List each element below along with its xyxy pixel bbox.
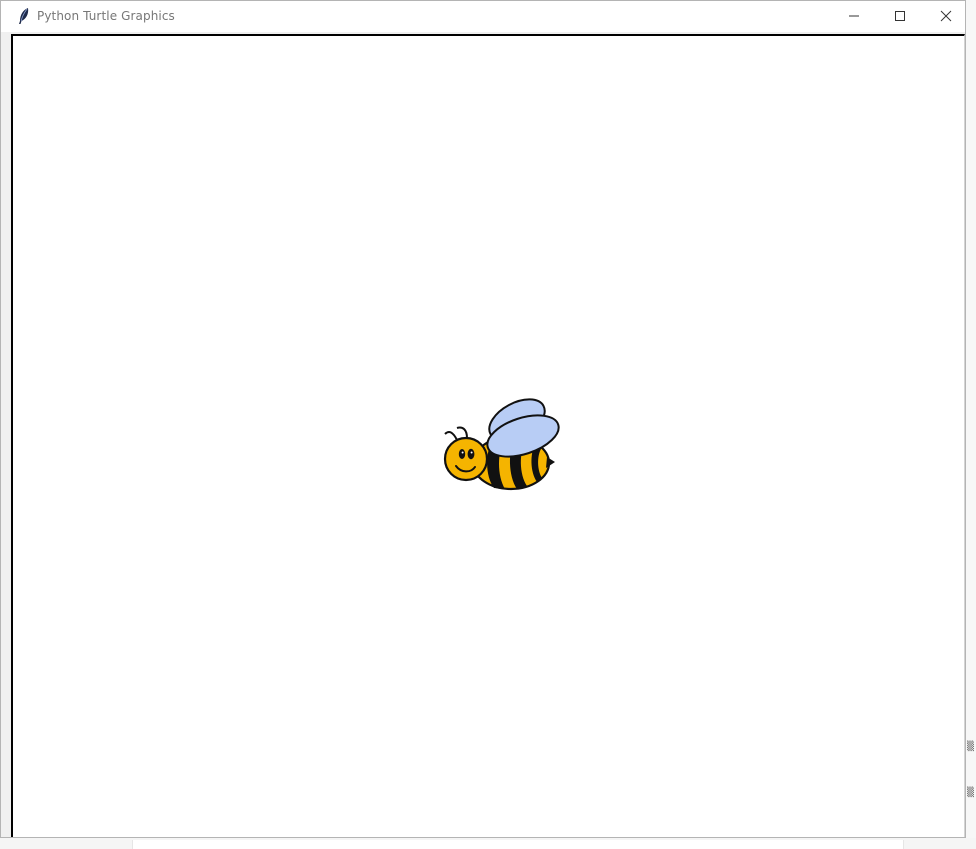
background-glyph: ▒ — [967, 788, 974, 798]
close-button[interactable] — [923, 1, 969, 31]
minimize-button[interactable] — [831, 1, 877, 31]
window-title: Python Turtle Graphics — [37, 9, 175, 23]
background-window-edge — [966, 0, 976, 849]
close-icon — [940, 10, 952, 22]
turtle-canvas[interactable] — [11, 34, 965, 837]
background-panel — [132, 840, 904, 849]
feather-icon — [19, 8, 29, 24]
maximize-button[interactable] — [877, 1, 923, 31]
title-bar[interactable]: Python Turtle Graphics — [1, 1, 965, 32]
background-glyph: ▒ — [967, 742, 974, 752]
minimize-icon — [849, 15, 859, 17]
maximize-icon — [895, 11, 905, 21]
turtle-window: Python Turtle Graphics — [0, 0, 966, 838]
bee-turtle[interactable] — [431, 384, 561, 496]
